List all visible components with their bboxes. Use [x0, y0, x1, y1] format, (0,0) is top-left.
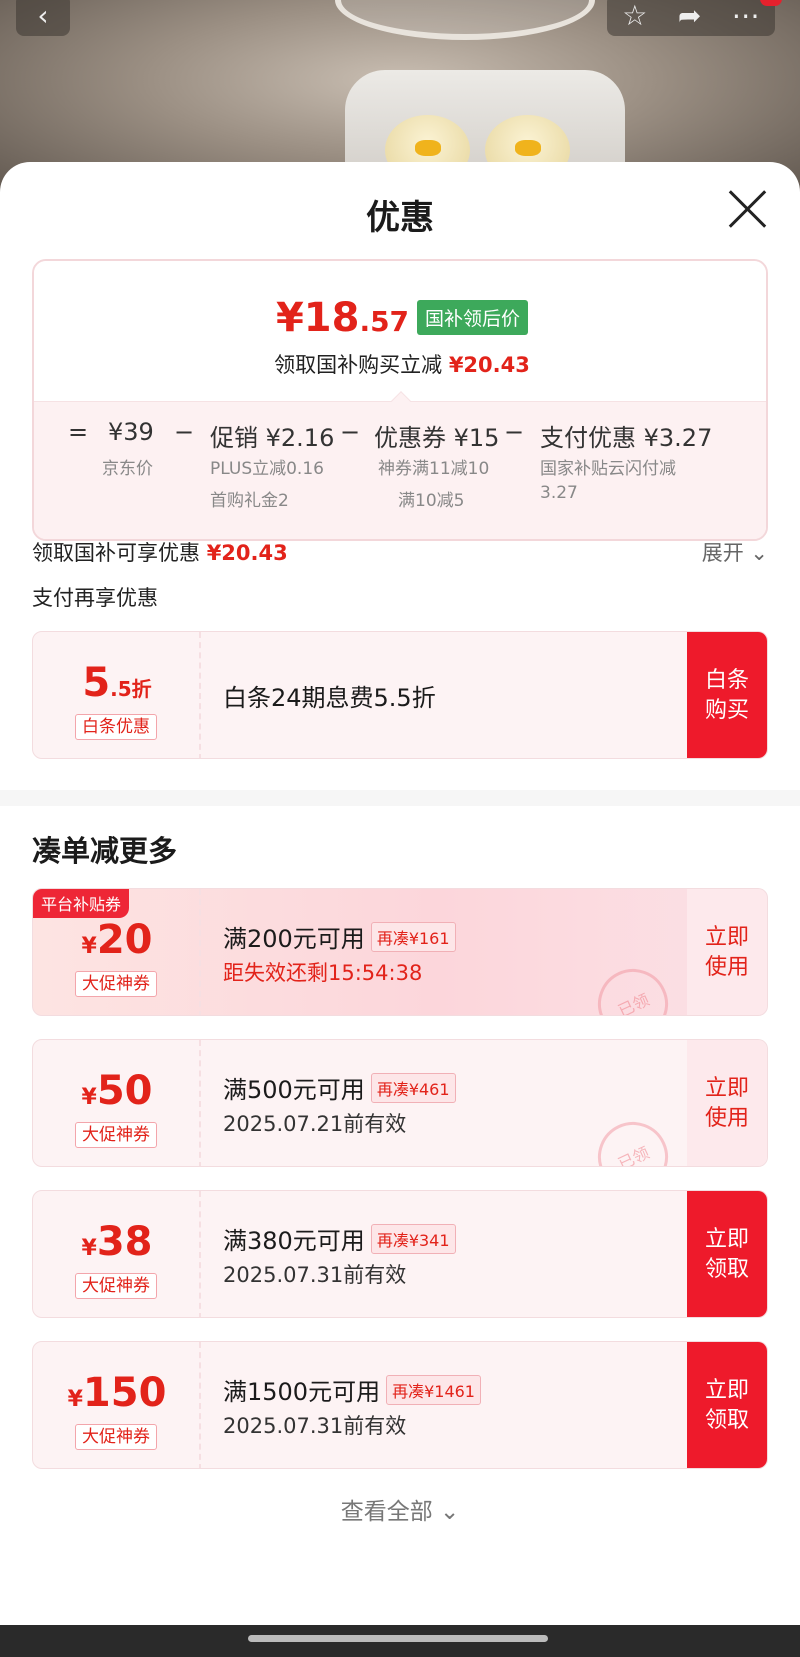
coupon-detail-1: 神券满11减10: [378, 459, 490, 479]
baitiao-offer: 5.5折 白条优惠 白条24期息费5.5折 白条 购买: [32, 631, 768, 759]
coupon-condition: 满200元可用 再凑¥161: [223, 919, 456, 954]
promo-detail-1: PLUS立减0.16: [210, 459, 324, 479]
minus-sign: −: [504, 418, 525, 446]
more-icon[interactable]: ⋯: [732, 0, 760, 32]
expand-toggle[interactable]: 展开 ⌄: [702, 537, 768, 567]
coupon-condition: 满380元可用 再凑¥341: [223, 1221, 456, 1256]
share-icon[interactable]: ➦: [678, 0, 701, 32]
use-coupon-button[interactable]: 立即 使用: [687, 889, 767, 1015]
coupon-kind-tag: 大促神券: [75, 1122, 157, 1148]
claim-coupon-button[interactable]: 立即 领取: [687, 1191, 767, 1317]
chevron-down-icon: ⌄: [750, 541, 768, 565]
coupon-amount: 优惠券 ¥15: [374, 424, 500, 452]
pot-lid: [335, 0, 595, 40]
back-button[interactable]: ‹: [16, 0, 70, 36]
coupon-detail-2: 满10减5: [398, 491, 465, 511]
final-price: ¥18.57: [275, 295, 410, 341]
baitiao-kind-tag: 白条优惠: [75, 714, 157, 740]
view-all-link[interactable]: 查看全部 ⌄: [0, 1492, 800, 1526]
price-breakdown-card: ¥18.57 国补领后价 领取国补购买立减 ¥20.43 = ¥39 − 促销 …: [32, 259, 768, 541]
sheet-title: 优惠: [366, 198, 434, 238]
use-coupon-button[interactable]: 立即 使用: [687, 1040, 767, 1166]
coupon-condition: 满1500元可用 再凑¥1461: [223, 1372, 481, 1407]
baitiao-left: 5.5折 白条优惠: [33, 632, 201, 758]
pay-detail-2: 3.27: [540, 483, 578, 503]
coupon-card: ¥150 大促神券 满1500元可用 再凑¥1461 2025.07.31前有效 …: [32, 1341, 768, 1469]
coupon-kind-tag: 大促神券: [75, 1424, 157, 1450]
coupon-card: ¥20 大促神券 平台补贴券 满200元可用 再凑¥161 距失效还剩15:54:…: [32, 888, 768, 1016]
coupon-countdown: 距失效还剩15:54:38: [223, 961, 423, 985]
platform-subsidy-tag: 平台补贴券: [33, 889, 130, 918]
section-title: 凑单减更多: [32, 834, 178, 868]
price-calc-area: = ¥39 − 促销 ¥2.16 − 优惠券 ¥15 − 支付优惠 ¥3.27 …: [34, 391, 766, 539]
coupon-card: ¥38 大促神券 满380元可用 再凑¥341 2025.07.31前有效 立即领…: [32, 1190, 768, 1318]
baitiao-discount: 5.5折: [82, 660, 152, 706]
promo-amount: 促销 ¥2.16: [210, 424, 335, 452]
close-icon[interactable]: [726, 188, 768, 230]
back-arrow-icon: ‹: [37, 0, 49, 32]
top-action-group: ☆ ➦ ⋯: [607, 0, 775, 36]
baitiao-buy-button[interactable]: 白条 购买: [687, 632, 767, 758]
base-price: ¥39: [108, 418, 154, 446]
coupon-amount: ¥50: [81, 1068, 153, 1114]
price-subtitle: 领取国补购买立减 ¥20.43: [274, 353, 530, 377]
coupon-kind-tag: 大促神券: [75, 1273, 157, 1299]
pay-discount-amount: 支付优惠 ¥3.27: [540, 424, 713, 452]
coupon-amount: ¥38: [81, 1219, 153, 1265]
claim-coupon-button[interactable]: 立即 领取: [687, 1342, 767, 1468]
pay-extra-label: 支付再享优惠: [32, 586, 158, 610]
notification-badge: [760, 0, 782, 6]
section-divider: [0, 790, 800, 806]
minus-sign: −: [174, 418, 195, 446]
gov-subsidy-tag: 国补领后价: [417, 300, 529, 335]
discount-sheet: 优惠 ¥18.57 国补领后价 领取国补购买立减 ¥20.43 = ¥39 − …: [0, 162, 800, 1657]
baitiao-description: 白条24期息费5.5折: [223, 684, 436, 712]
coupon-amount: ¥150: [67, 1370, 167, 1416]
coupon-validity: 2025.07.31前有效: [223, 1414, 407, 1438]
coupon-amount: ¥20: [81, 917, 153, 963]
coupon-condition: 满500元可用 再凑¥461: [223, 1070, 456, 1105]
base-price-label: 京东价: [102, 459, 153, 479]
coupon-validity: 2025.07.21前有效: [223, 1112, 407, 1136]
star-icon[interactable]: ☆: [622, 0, 647, 32]
coupon-card: ¥50 大促神券 满500元可用 再凑¥461 2025.07.21前有效 已领 …: [32, 1039, 768, 1167]
gov-subsidy-line: 领取国补可享优惠 ¥20.43: [32, 541, 288, 565]
system-bottom-bar: [0, 1625, 800, 1657]
coupon-validity: 2025.07.31前有效: [223, 1263, 407, 1287]
equals-sign: =: [68, 418, 89, 446]
coupon-kind-tag: 大促神券: [75, 971, 157, 997]
home-indicator[interactable]: [248, 1635, 548, 1642]
chevron-down-icon: ⌄: [440, 1499, 460, 1525]
minus-sign: −: [340, 418, 361, 446]
promo-detail-2: 首购礼金2: [210, 491, 289, 511]
